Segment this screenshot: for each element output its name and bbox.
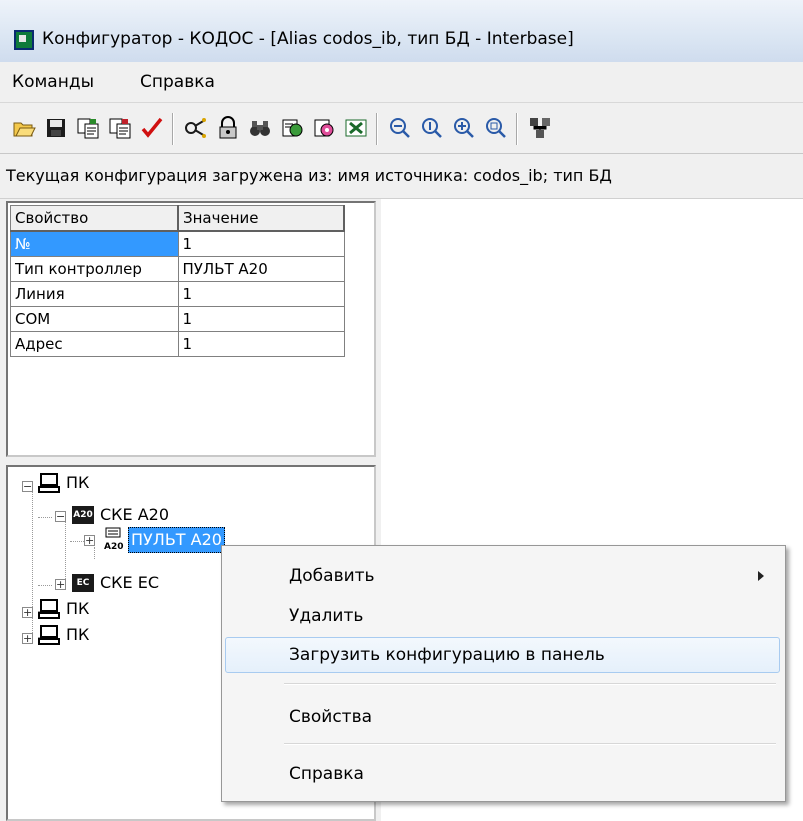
tree-node-label[interactable]: ПК xyxy=(66,597,89,621)
menu-item-label: Удалить xyxy=(289,606,364,626)
property-value[interactable]: ПУЛЬТ А20 xyxy=(177,256,345,282)
window-title: Конфигуратор - КОДОС - [Alias codos_ib, … xyxy=(42,29,574,49)
menu-help[interactable]: Справка xyxy=(140,72,215,92)
menu-item-label: Свойства xyxy=(289,707,373,727)
find-icon[interactable] xyxy=(248,116,272,140)
column-header-value[interactable]: Значение xyxy=(177,205,345,232)
report-icon[interactable] xyxy=(280,116,304,140)
toolbar xyxy=(0,103,803,154)
menu-commands[interactable]: Команды xyxy=(12,72,94,92)
open-icon[interactable] xyxy=(12,116,36,140)
title-bar: Конфигуратор - КОДОС - [Alias codos_ib, … xyxy=(0,0,803,63)
table-row[interactable]: COM 1 xyxy=(10,306,345,332)
status-text: Текущая конфигурация загружена из: имя и… xyxy=(6,166,612,185)
expand-toggle[interactable]: + xyxy=(55,579,66,590)
table-row[interactable]: Адрес 1 xyxy=(10,331,345,357)
excel-icon[interactable] xyxy=(344,116,368,140)
property-value[interactable]: 1 xyxy=(177,281,345,307)
menu-item-properties[interactable]: Свойства xyxy=(225,699,780,735)
property-name[interactable]: Адрес xyxy=(10,331,179,357)
collapse-toggle[interactable]: − xyxy=(55,511,66,522)
tree-node-label-selected[interactable]: ПУЛЬТ А20 xyxy=(128,527,225,553)
controller-chip-icon: EC xyxy=(72,574,94,592)
menu-item-label: Справка xyxy=(289,764,364,784)
property-value[interactable]: 1 xyxy=(177,306,345,332)
computer-icon xyxy=(38,625,60,645)
toolbar-separator xyxy=(376,113,378,145)
console-icon: A20 xyxy=(104,527,124,551)
tree-line xyxy=(38,517,52,518)
zoom-out-icon[interactable] xyxy=(388,116,412,140)
tree-line xyxy=(94,547,95,559)
lock-icon[interactable] xyxy=(216,116,240,140)
expand-toggle[interactable]: + xyxy=(22,607,33,618)
tree-node-label[interactable]: СКЕ А20 xyxy=(100,503,169,527)
menu-item-upload-config[interactable]: Загрузить конфигурацию в панель xyxy=(225,637,780,673)
app-icon[interactable] xyxy=(14,30,34,50)
network-icon[interactable] xyxy=(528,116,552,140)
check-icon[interactable] xyxy=(140,116,164,140)
zoom-fit-icon[interactable] xyxy=(484,116,508,140)
property-name[interactable]: COM xyxy=(10,306,179,332)
controller-chip-icon: A20 xyxy=(72,506,94,524)
menu-item-delete[interactable]: Удалить xyxy=(225,598,780,634)
collapse-toggle[interactable]: − xyxy=(22,481,33,492)
expand-toggle[interactable]: + xyxy=(84,535,95,546)
menu-item-help[interactable]: Справка xyxy=(225,756,780,792)
properties-grid: Свойство Значение № 1 Тип контроллер ПУЛ… xyxy=(6,201,376,457)
property-value[interactable]: 1 xyxy=(177,230,345,257)
menu-item-label: Добавить xyxy=(289,566,375,586)
tree-node-label[interactable]: СКЕ ЕС xyxy=(100,571,159,595)
save-icon[interactable] xyxy=(44,116,68,140)
computer-icon xyxy=(38,599,60,619)
property-name[interactable]: Тип контроллер xyxy=(10,256,179,282)
table-row[interactable]: Тип контроллер ПУЛЬТ А20 xyxy=(10,256,345,282)
computer-icon xyxy=(38,473,60,493)
settings-icon[interactable] xyxy=(312,116,336,140)
tree-line xyxy=(70,541,84,542)
tree-line xyxy=(38,585,52,586)
table-row[interactable]: Линия 1 xyxy=(10,281,345,307)
menu-separator xyxy=(284,743,776,745)
toolbar-separator xyxy=(172,113,174,145)
menu-separator xyxy=(284,683,776,685)
expand-toggle[interactable]: + xyxy=(22,633,33,644)
column-header-property[interactable]: Свойство xyxy=(10,205,179,232)
menu-item-add[interactable]: Добавить xyxy=(225,558,780,594)
tree-line xyxy=(65,519,66,585)
paste-config-icon[interactable] xyxy=(108,116,132,140)
zoom-reset-icon[interactable] xyxy=(420,116,444,140)
toolbar-separator xyxy=(516,113,518,145)
status-line: Текущая конфигурация загружена из: имя и… xyxy=(0,154,803,199)
property-name[interactable]: № xyxy=(10,230,179,257)
submenu-arrow-icon xyxy=(758,571,764,581)
zoom-in-icon[interactable] xyxy=(452,116,476,140)
property-name[interactable]: Линия xyxy=(10,281,179,307)
tree-node-label[interactable]: ПК xyxy=(66,623,89,647)
svg-text:A20: A20 xyxy=(104,542,124,551)
copy-config-icon[interactable] xyxy=(76,116,100,140)
table-row[interactable]: № 1 xyxy=(10,230,345,257)
menu-bar: Команды Справка xyxy=(0,62,803,103)
tree-node-label[interactable]: ПК xyxy=(66,471,89,495)
menu-item-label: Загрузить конфигурацию в панель xyxy=(289,645,605,665)
property-value[interactable]: 1 xyxy=(177,331,345,357)
context-menu: Добавить Удалить Загрузить конфигурацию … xyxy=(221,545,786,802)
connect-icon[interactable] xyxy=(184,116,208,140)
